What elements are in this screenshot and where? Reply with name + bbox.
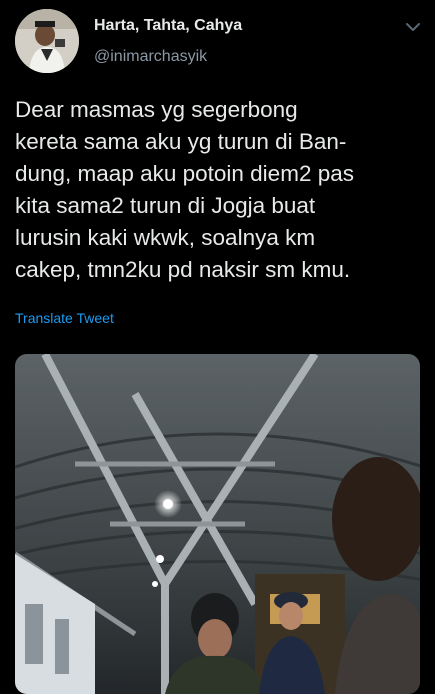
chevron-down-icon[interactable] bbox=[402, 16, 424, 38]
user-handle[interactable]: @inimarchasyik bbox=[94, 48, 207, 66]
tweet-text: Dear masmas yg segerbong kereta sama aku… bbox=[15, 97, 354, 282]
avatar[interactable] bbox=[15, 9, 79, 73]
display-name[interactable]: Harta, Tahta, Cahya bbox=[94, 17, 242, 35]
tweet-photo[interactable] bbox=[15, 354, 420, 694]
translate-tweet-link[interactable]: Translate Tweet bbox=[15, 310, 114, 326]
tweet-header: Harta, Tahta, Cahya @inimarchasyik bbox=[0, 0, 435, 80]
